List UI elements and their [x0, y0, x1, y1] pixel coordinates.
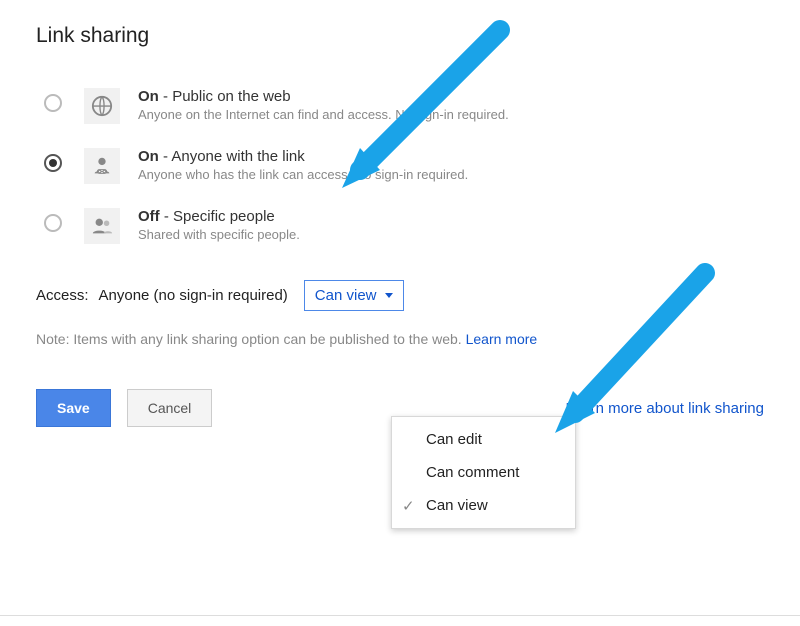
radio-public-web[interactable] — [44, 94, 62, 112]
access-dropdown-selected: Can view — [315, 287, 377, 304]
option-specific-people[interactable]: Off - Specific people Shared with specif… — [44, 208, 764, 244]
option-status: Off — [138, 208, 160, 225]
option-sub: Shared with specific people. — [138, 227, 764, 242]
option-label: Anyone with the link — [171, 148, 304, 165]
radio-specific-people[interactable] — [44, 214, 62, 232]
option-text: On - Anyone with the link Anyone who has… — [138, 148, 764, 182]
option-status: On — [138, 148, 159, 165]
radio-anyone-link[interactable] — [44, 154, 62, 172]
people-icon — [84, 208, 120, 244]
cancel-button[interactable]: Cancel — [127, 389, 213, 427]
dropdown-item-label: Can view — [426, 497, 488, 514]
option-label: Public on the web — [172, 88, 290, 105]
access-dropdown-menu: Can edit Can comment ✓ Can view — [391, 416, 576, 529]
option-label: Specific people — [173, 208, 275, 225]
sharing-options: On - Public on the web Anyone on the Int… — [44, 88, 764, 244]
access-label: Access: — [36, 287, 89, 304]
dropdown-item-can-comment[interactable]: Can comment — [392, 456, 575, 489]
bottom-divider — [0, 615, 800, 616]
check-icon: ✓ — [402, 497, 415, 515]
access-row: Access: Anyone (no sign-in required) Can… — [36, 280, 764, 311]
option-text: On - Public on the web Anyone on the Int… — [138, 88, 764, 122]
person-link-icon — [84, 148, 120, 184]
option-text: Off - Specific people Shared with specif… — [138, 208, 764, 242]
note-text: Note: Items with any link sharing option… — [36, 331, 466, 347]
about-link-sharing-link[interactable]: Learn more about link sharing — [566, 400, 764, 417]
option-sub: Anyone on the Internet can find and acce… — [138, 107, 764, 122]
note-row: Note: Items with any link sharing option… — [36, 331, 764, 347]
save-button[interactable]: Save — [36, 389, 111, 427]
globe-icon — [84, 88, 120, 124]
access-who: Anyone (no sign-in required) — [99, 287, 288, 304]
dropdown-item-can-edit[interactable]: Can edit — [392, 423, 575, 456]
access-dropdown-button[interactable]: Can view — [304, 280, 404, 311]
option-sub: Anyone who has the link can access. No s… — [138, 167, 764, 182]
option-status: On — [138, 88, 159, 105]
dropdown-item-can-view[interactable]: ✓ Can view — [392, 489, 575, 522]
page-title: Link sharing — [36, 24, 764, 48]
caret-down-icon — [385, 293, 393, 298]
dropdown-item-label: Can edit — [426, 431, 482, 448]
option-public-web[interactable]: On - Public on the web Anyone on the Int… — [44, 88, 764, 124]
learn-more-link[interactable]: Learn more — [466, 331, 538, 347]
option-anyone-link[interactable]: On - Anyone with the link Anyone who has… — [44, 148, 764, 184]
dropdown-item-label: Can comment — [426, 464, 519, 481]
